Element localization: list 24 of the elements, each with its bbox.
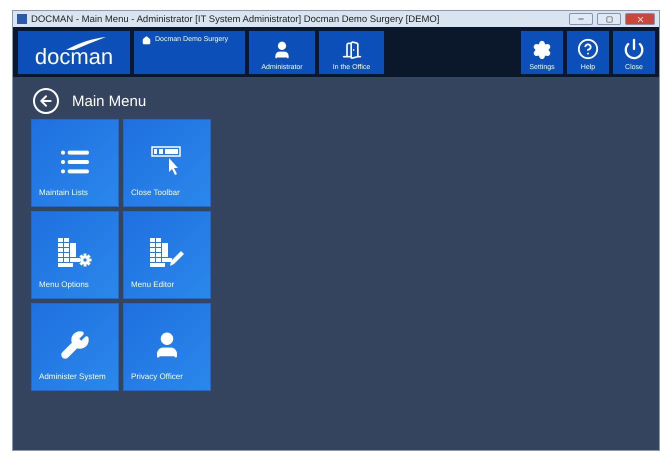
menu-tile[interactable]: Close Toolbar xyxy=(123,119,211,207)
wrench-icon xyxy=(60,330,90,360)
grid-pen-icon xyxy=(150,238,184,268)
power-icon xyxy=(623,38,645,60)
settings-icon xyxy=(532,40,552,60)
menu-tile[interactable]: Maintain Lists xyxy=(31,119,119,207)
back-button[interactable] xyxy=(33,88,59,114)
grid-gear-icon xyxy=(58,238,92,268)
menu-tile[interactable]: Privacy Officer xyxy=(123,303,211,391)
help-icon xyxy=(577,38,599,60)
app-icon xyxy=(17,14,27,24)
home-icon xyxy=(142,36,151,44)
menu-tile[interactable]: Menu Options xyxy=(31,211,119,299)
toolbar-cursor-icon xyxy=(151,146,183,176)
menu-tile[interactable]: Administer System xyxy=(31,303,119,391)
logo: docman xyxy=(18,30,130,74)
close-icon xyxy=(636,14,644,24)
window-title: DOCMAN - Main Menu - Administrator [IT System Administrator] Docman Demo Surgery [DEMO] xyxy=(31,14,440,24)
menu-tile[interactable]: Menu Editor xyxy=(123,211,211,299)
maximize-button[interactable] xyxy=(597,13,621,25)
maximize-icon xyxy=(606,16,612,22)
close-button[interactable] xyxy=(625,13,655,25)
door-icon xyxy=(342,40,362,60)
page-title: Main Menu xyxy=(72,92,146,110)
